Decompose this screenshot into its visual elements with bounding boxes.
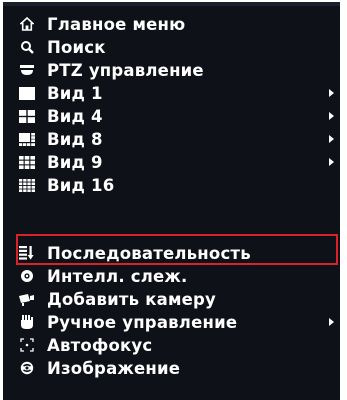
menu-item-label: Вид 1 <box>47 83 103 103</box>
view-8-icon <box>17 131 37 147</box>
submenu-arrow-icon <box>329 318 334 326</box>
view-1-icon <box>17 85 37 101</box>
menu-item-view-4[interactable]: Вид 4 <box>3 105 340 127</box>
menu-item-main-menu[interactable]: Главное меню <box>3 13 340 35</box>
autofocus-icon <box>17 337 37 353</box>
menu-item-add-camera[interactable]: Добавить камеру <box>3 288 340 310</box>
manual-control-icon <box>17 314 37 330</box>
smart-tracking-icon <box>17 268 37 284</box>
menu-item-image[interactable]: Изображение <box>3 357 340 379</box>
add-camera-icon <box>17 291 37 307</box>
menu-item-view-16[interactable]: Вид 16 <box>3 174 340 196</box>
menu-item-manual-control[interactable]: Ручное управление <box>3 311 340 333</box>
menu-item-ptz-control[interactable]: PTZ управление <box>3 59 340 81</box>
submenu-arrow-icon <box>329 158 334 166</box>
context-menu: Главное меню Поиск PTZ управление Вид 1 … <box>3 2 340 400</box>
menu-top-edge <box>3 2 340 6</box>
menu-item-view-9[interactable]: Вид 9 <box>3 151 340 173</box>
submenu-arrow-icon <box>329 135 334 143</box>
view-16-icon <box>17 177 37 193</box>
menu-item-label: Вид 16 <box>47 175 115 195</box>
menu-item-label: Вид 8 <box>47 129 103 149</box>
submenu-arrow-icon <box>329 89 334 97</box>
menu-item-label: Изображение <box>47 358 181 378</box>
view-9-icon <box>17 154 37 170</box>
search-icon <box>17 39 37 55</box>
menu-item-smart-tracking[interactable]: Интелл. слеж. <box>3 265 340 287</box>
menu-item-autofocus[interactable]: Автофокус <box>3 334 340 356</box>
menu-item-label: Интелл. слеж. <box>47 266 188 286</box>
image-icon <box>17 360 37 376</box>
ptz-camera-icon <box>17 62 37 78</box>
menu-item-label: Главное меню <box>47 14 186 34</box>
view-4-icon <box>17 108 37 124</box>
home-icon <box>17 16 37 32</box>
menu-item-search[interactable]: Поиск <box>3 36 340 58</box>
menu-item-label: Добавить камеру <box>47 289 217 309</box>
menu-item-label: Автофокус <box>47 335 153 355</box>
menu-item-view-8[interactable]: Вид 8 <box>3 128 340 150</box>
menu-item-view-1[interactable]: Вид 1 <box>3 82 340 104</box>
menu-item-label: Вид 9 <box>47 152 103 172</box>
selection-highlight-box <box>16 234 338 265</box>
menu-item-label: Поиск <box>47 37 106 57</box>
menu-item-label: Ручное управление <box>47 312 238 332</box>
menu-item-label: PTZ управление <box>47 60 204 80</box>
menu-item-label: Вид 4 <box>47 106 103 126</box>
submenu-arrow-icon <box>329 112 334 120</box>
